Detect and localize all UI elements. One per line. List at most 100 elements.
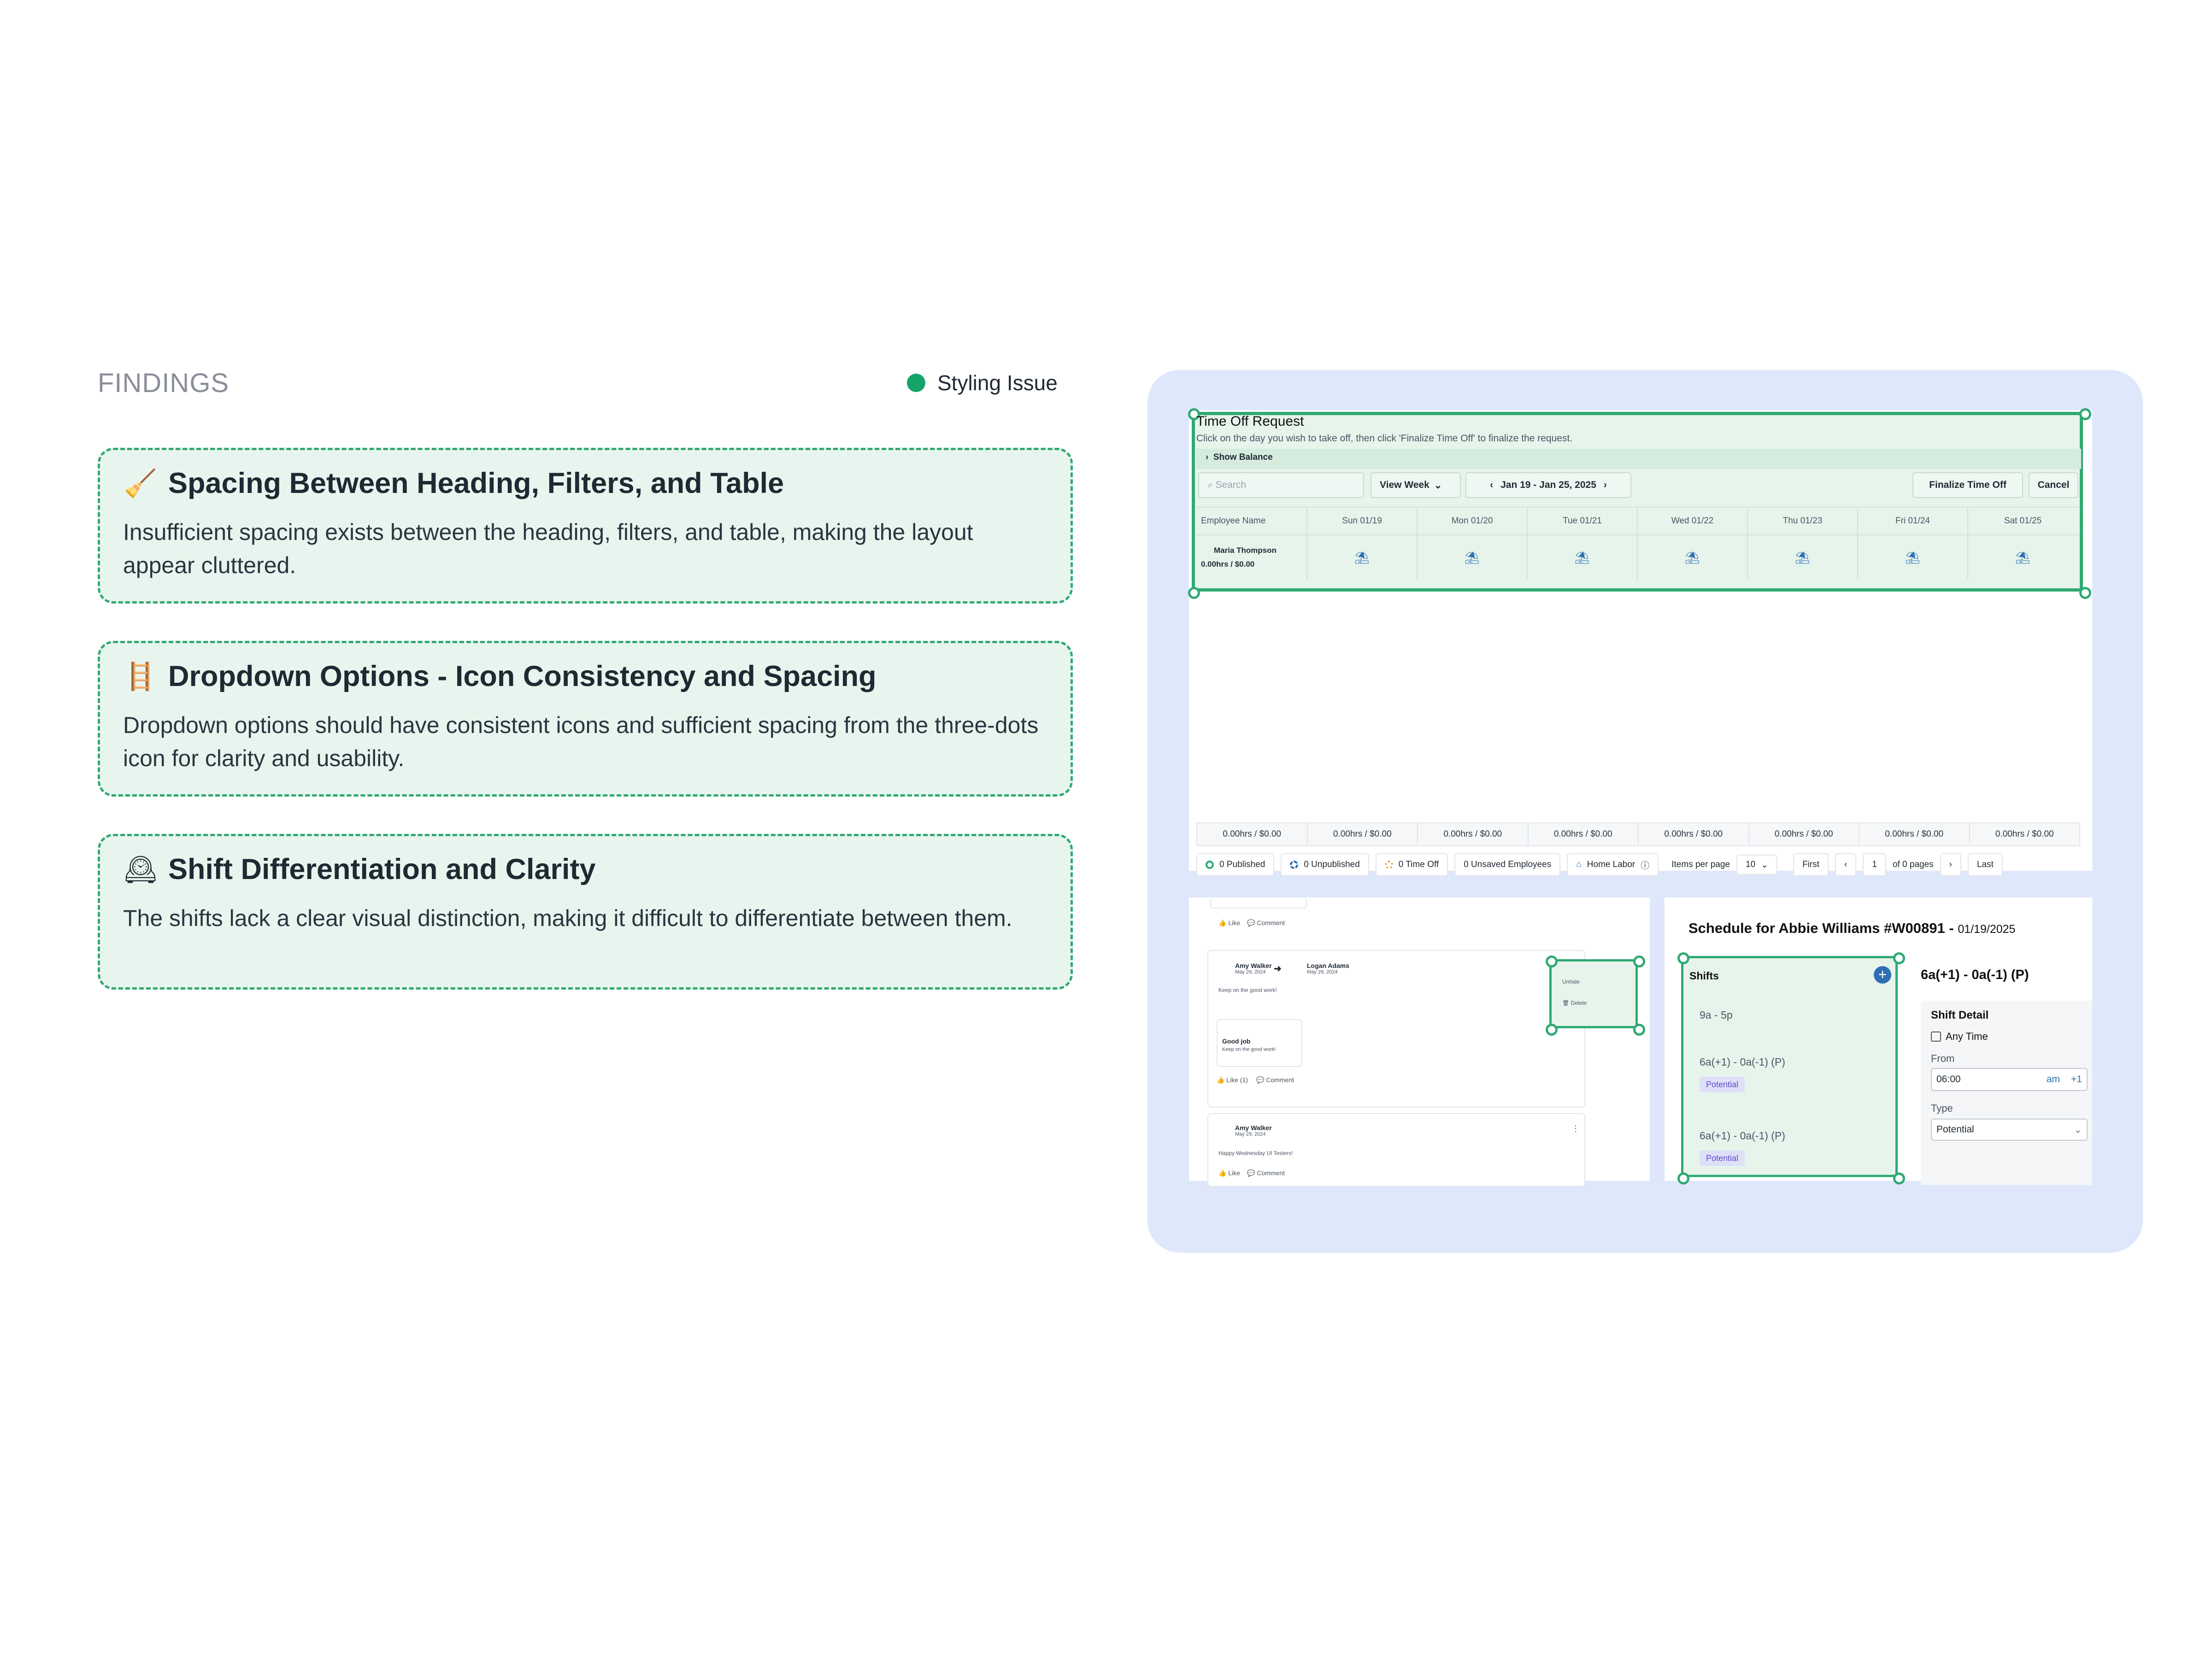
items-per-page-label: Items per page [1671, 860, 1730, 869]
employee-total: 0.00hrs / $0.00 [1201, 560, 1255, 569]
day-cell[interactable]: ⛱ [1747, 535, 1857, 580]
finding-title: Spacing Between Heading, Filters, and Ta… [168, 467, 784, 499]
type-select[interactable]: Potential ⌄ [1931, 1119, 2088, 1141]
total-cell: 0.00hrs / $0.00 [1638, 823, 1748, 845]
post-card [1210, 897, 1307, 909]
show-balance-toggle[interactable]: › Show Balance [1206, 452, 1273, 463]
checkbox-icon[interactable] [1931, 1032, 1941, 1042]
total-cell: 0.00hrs / $0.00 [1417, 823, 1528, 845]
recipient-date: May 29, 2024 [1307, 969, 1338, 975]
column-header: Thu 01/23 [1747, 508, 1857, 534]
day-cell[interactable]: ⛱ [1967, 535, 2077, 580]
day-cell[interactable]: ⛱ [1637, 535, 1747, 580]
more-options-icon[interactable]: ⋮ [1571, 1124, 1580, 1134]
like-button[interactable]: 👍 Like (1) [1217, 1076, 1248, 1084]
time-off-icon: ⛱ [1905, 550, 1920, 564]
schedule-date: 01/19/2025 [1958, 923, 2016, 936]
menu-item-delete[interactable]: 🗑 Delete [1562, 1000, 1587, 1006]
from-time-input[interactable]: 06:00 am +1 [1931, 1068, 2088, 1091]
post-author: Amy Walker [1235, 962, 1272, 969]
like-button[interactable]: 👍 Like [1218, 919, 1240, 927]
like-button[interactable]: 👍 Like [1218, 1169, 1240, 1177]
selection-handle [2079, 408, 2091, 420]
time-off-icon: ⛱ [1354, 550, 1370, 564]
last-page-button[interactable]: Last [1967, 853, 2003, 876]
view-dropdown[interactable]: View Week ⌄ [1371, 472, 1461, 498]
post-author: Amy Walker [1235, 1124, 1272, 1131]
finding-description: The shifts lack a clear visual distincti… [123, 905, 1012, 931]
cancel-button[interactable]: Cancel [2029, 472, 2078, 498]
selection-handle [1633, 1024, 1645, 1036]
dropdown-menu [1549, 959, 1638, 1028]
shift-detail-title: Shift Detail [1931, 1009, 1989, 1021]
comment-button[interactable]: 💬 Comment [1256, 1076, 1294, 1084]
add-shift-button[interactable]: + [1874, 966, 1891, 984]
finalize-time-off-button[interactable]: Finalize Time Off [1912, 472, 2023, 498]
any-time-checkbox[interactable]: Any Time [1931, 1031, 1988, 1043]
plus-one-toggle[interactable]: +1 [2071, 1074, 2082, 1085]
column-header: Mon 01/20 [1417, 508, 1527, 534]
finding-card: 🧹 Spacing Between Heading, Filters, and … [98, 448, 1073, 604]
table-row: Maria Thompson 0.00hrs / $0.00 ⛱ ⛱ ⛱ ⛱ ⛱… [1196, 534, 2080, 580]
day-cell[interactable]: ⛱ [1857, 535, 1967, 580]
shift-item[interactable]: 6a(+1) - 0a(-1) (P) [1700, 1130, 1785, 1142]
total-cell: 0.00hrs / $0.00 [1969, 823, 2080, 845]
show-balance-row[interactable] [1196, 449, 2081, 469]
finding-description: Insufficient spacing exists between the … [123, 519, 973, 578]
total-cell: 0.00hrs / $0.00 [1859, 823, 1969, 845]
ladder-icon: 🪜 [124, 660, 158, 692]
trash-icon: 🗑 [1562, 1000, 1571, 1006]
day-cell[interactable]: ⛱ [1306, 535, 1417, 580]
chevron-left-icon[interactable]: ‹ [1490, 480, 1493, 491]
home-icon: ⌂ [1576, 860, 1582, 869]
first-page-button[interactable]: First [1793, 853, 1829, 876]
status-bar: 0 Published 0 Unpublished 0 Time Off 0 U… [1196, 851, 2080, 878]
time-off-icon: ⛱ [1684, 550, 1700, 564]
total-cell: 0.00hrs / $0.00 [1223, 829, 1282, 839]
clock-icon: 🕰 [124, 853, 158, 885]
day-cell[interactable]: ⛱ [1527, 535, 1637, 580]
time-off-chip[interactable]: 0 Time Off [1375, 853, 1448, 876]
post-text: Happy Wednesday UI Testers! [1218, 1150, 1293, 1156]
chevron-right-icon[interactable]: › [1604, 480, 1607, 491]
post-text: Keep on the good work! [1218, 987, 1277, 993]
selection-handle [1677, 1172, 1689, 1184]
shift-detail-panel [1921, 1001, 2092, 1185]
time-off-icon: ⛱ [1794, 550, 1810, 564]
finding-card: 🪜 Dropdown Options - Icon Consistency an… [98, 641, 1073, 797]
shifts-label: Shifts [1689, 970, 1719, 982]
unpublished-icon [1290, 861, 1299, 869]
chevron-down-icon: ⌄ [2074, 1124, 2082, 1135]
column-header: Employee Name [1201, 516, 1266, 526]
from-label: From [1931, 1053, 1955, 1064]
kudos-title: Good job [1222, 1038, 1251, 1045]
column-header: Tue 01/21 [1527, 508, 1637, 534]
kudos-text: Keep on the good work! [1222, 1047, 1276, 1052]
styling-issue-dot-icon [907, 374, 925, 392]
date-range-picker[interactable]: ‹ Jan 19 - Jan 25, 2025 › [1465, 472, 1631, 498]
shift-item[interactable]: 9a - 5p [1700, 1009, 1733, 1021]
arrow-right-icon: ➜ [1274, 964, 1282, 974]
unsaved-employees-chip[interactable]: 0 Unsaved Employees [1454, 853, 1561, 876]
comment-button[interactable]: 💬 Comment [1247, 919, 1285, 927]
items-per-page-select[interactable]: 10 ⌄ [1736, 855, 1778, 875]
employee-cell: Maria Thompson 0.00hrs / $0.00 [1196, 535, 1306, 580]
page-number-input[interactable]: 1 [1863, 853, 1886, 876]
selection-handle [1546, 1024, 1558, 1036]
menu-item-unhide[interactable]: Unhide [1562, 979, 1580, 985]
column-header: Sun 01/19 [1306, 508, 1417, 534]
next-page-button[interactable]: › [1940, 853, 1961, 876]
am-pm-toggle[interactable]: am [2047, 1074, 2060, 1085]
prev-page-button[interactable]: ‹ [1835, 853, 1857, 876]
published-icon [1206, 861, 1214, 869]
comment-button[interactable]: 💬 Comment [1247, 1169, 1285, 1177]
published-chip[interactable]: 0 Published [1196, 853, 1275, 876]
unpublished-chip[interactable]: 0 Unpublished [1281, 853, 1369, 876]
post-date: May 29, 2024 [1235, 1131, 1266, 1137]
selection-handle [2079, 587, 2091, 599]
search-input[interactable]: ⌕ Search [1198, 472, 1364, 498]
finding-title: Shift Differentiation and Clarity [168, 853, 596, 885]
home-labor-chip[interactable]: ⌂ Home Labor ⓘ [1567, 853, 1659, 876]
day-cell[interactable]: ⛱ [1417, 535, 1527, 580]
shift-item[interactable]: 6a(+1) - 0a(-1) (P) [1700, 1056, 1785, 1068]
